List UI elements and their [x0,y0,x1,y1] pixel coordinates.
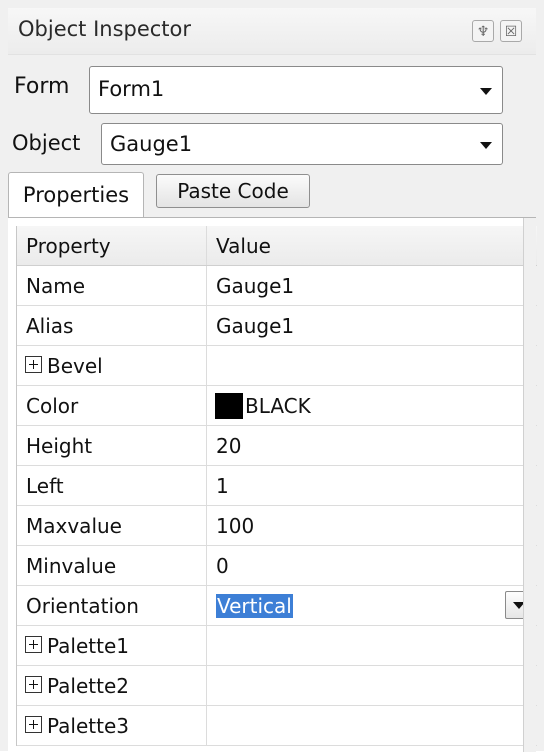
orientation-select[interactable]: Vertical [207,586,537,625]
pin-icon[interactable]: ♆ [472,20,494,42]
property-row-minvalue[interactable]: Minvalue 0 [17,546,537,586]
title-bar: Object Inspector ♆ ☒ [8,8,536,55]
property-row-orientation[interactable]: Orientation Vertical [17,586,537,626]
property-row-name[interactable]: Name Gauge1 [17,266,537,306]
expand-plus-icon[interactable] [25,636,42,653]
chevron-down-icon [480,88,492,95]
property-row-height[interactable]: Height 20 [17,426,537,466]
property-row-left[interactable]: Left 1 [17,466,537,506]
property-value[interactable]: 20 [216,434,241,458]
column-header-property[interactable]: Property [17,226,207,265]
property-name: Palette3 [47,714,129,738]
property-row-alias[interactable]: Alias Gauge1 [17,306,537,346]
expand-plus-icon[interactable] [25,716,42,733]
object-select-value: Gauge1 [110,132,193,156]
expand-plus-icon[interactable] [25,356,42,373]
property-value[interactable]: 1 [216,474,229,498]
tab-properties[interactable]: Properties [8,172,144,218]
form-select-value: Form1 [98,77,165,101]
property-value-selected[interactable]: Vertical [216,594,293,618]
form-select[interactable]: Form1 [89,66,503,114]
property-value[interactable]: 0 [216,554,229,578]
property-grid: Property Value Name Gauge1 Alias Gauge1 … [16,226,537,746]
property-name: Palette2 [47,674,129,698]
property-name: Orientation [26,594,139,618]
chevron-down-icon [480,142,492,149]
property-value[interactable]: BLACK [245,394,311,418]
property-value[interactable]: Gauge1 [216,274,294,298]
paste-code-button[interactable]: Paste Code [156,174,310,208]
property-name: Bevel [47,354,103,378]
grid-header: Property Value [17,226,537,266]
grid-scrollbar[interactable] [523,218,536,752]
object-select[interactable]: Gauge1 [101,123,503,165]
property-name: Color [26,394,79,418]
property-row-palette1[interactable]: Palette1 [17,626,537,666]
property-row-bevel[interactable]: Bevel [17,346,537,386]
property-row-maxvalue[interactable]: Maxvalue 100 [17,506,537,546]
object-inspector-panel: Object Inspector ♆ ☒ Form Form1 Object G… [0,0,544,752]
property-name: Height [26,434,93,458]
property-name: Alias [26,314,74,338]
property-name: Minvalue [26,554,117,578]
window-title: Object Inspector [18,17,192,41]
property-value[interactable]: 100 [216,514,254,538]
close-icon[interactable]: ☒ [500,20,522,42]
form-label: Form [14,74,70,99]
property-name: Palette1 [47,634,129,658]
expand-plus-icon[interactable] [25,676,42,693]
property-value[interactable]: Gauge1 [216,314,294,338]
property-name: Name [26,274,86,298]
property-row-color[interactable]: Color BLACK [17,386,537,426]
color-swatch [215,393,243,419]
property-grid-container: Property Value Name Gauge1 Alias Gauge1 … [8,217,537,752]
property-row-palette3[interactable]: Palette3 [17,706,537,746]
property-name: Left [26,474,64,498]
property-name: Maxvalue [26,514,122,538]
column-header-value[interactable]: Value [207,226,537,265]
object-label: Object [12,131,81,155]
property-row-palette2[interactable]: Palette2 [17,666,537,706]
